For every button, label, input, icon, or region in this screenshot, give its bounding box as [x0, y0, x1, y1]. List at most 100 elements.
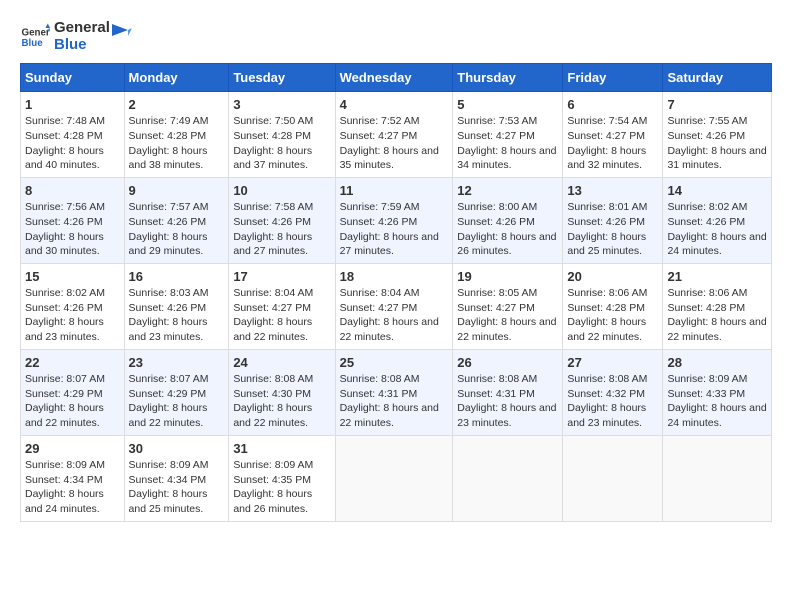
calendar-cell: 17Sunrise: 8:04 AMSunset: 4:27 PMDayligh…: [229, 263, 335, 349]
calendar-cell: 1Sunrise: 7:48 AMSunset: 4:28 PMDaylight…: [21, 92, 125, 178]
day-info: Sunrise: 8:06 AMSunset: 4:28 PMDaylight:…: [567, 286, 658, 345]
calendar-cell: 16Sunrise: 8:03 AMSunset: 4:26 PMDayligh…: [124, 263, 229, 349]
logo-flag-icon: [110, 22, 132, 44]
day-info: Sunrise: 7:55 AMSunset: 4:26 PMDaylight:…: [667, 114, 767, 173]
header-row: SundayMondayTuesdayWednesdayThursdayFrid…: [21, 64, 772, 92]
day-number: 2: [129, 96, 225, 114]
calendar-cell: 14Sunrise: 8:02 AMSunset: 4:26 PMDayligh…: [663, 177, 772, 263]
header-wednesday: Wednesday: [335, 64, 453, 92]
day-info: Sunrise: 7:48 AMSunset: 4:28 PMDaylight:…: [25, 114, 120, 173]
day-number: 23: [129, 354, 225, 372]
day-number: 26: [457, 354, 558, 372]
day-info: Sunrise: 7:59 AMSunset: 4:26 PMDaylight:…: [340, 200, 449, 259]
day-number: 8: [25, 182, 120, 200]
calendar-cell: 7Sunrise: 7:55 AMSunset: 4:26 PMDaylight…: [663, 92, 772, 178]
calendar-cell: 9Sunrise: 7:57 AMSunset: 4:26 PMDaylight…: [124, 177, 229, 263]
day-info: Sunrise: 8:08 AMSunset: 4:30 PMDaylight:…: [233, 372, 330, 431]
day-number: 15: [25, 268, 120, 286]
calendar-cell: 12Sunrise: 8:00 AMSunset: 4:26 PMDayligh…: [453, 177, 563, 263]
header-saturday: Saturday: [663, 64, 772, 92]
calendar-cell: 25Sunrise: 8:08 AMSunset: 4:31 PMDayligh…: [335, 349, 453, 435]
calendar-cell: 22Sunrise: 8:07 AMSunset: 4:29 PMDayligh…: [21, 349, 125, 435]
day-number: 16: [129, 268, 225, 286]
calendar-cell: 10Sunrise: 7:58 AMSunset: 4:26 PMDayligh…: [229, 177, 335, 263]
day-number: 10: [233, 182, 330, 200]
week-row-4: 22Sunrise: 8:07 AMSunset: 4:29 PMDayligh…: [21, 349, 772, 435]
header-tuesday: Tuesday: [229, 64, 335, 92]
day-number: 31: [233, 440, 330, 458]
day-info: Sunrise: 7:58 AMSunset: 4:26 PMDaylight:…: [233, 200, 330, 259]
day-number: 4: [340, 96, 449, 114]
day-number: 29: [25, 440, 120, 458]
day-number: 18: [340, 268, 449, 286]
calendar-cell: [663, 435, 772, 521]
day-number: 6: [567, 96, 658, 114]
calendar-table: SundayMondayTuesdayWednesdayThursdayFrid…: [20, 63, 772, 522]
day-info: Sunrise: 8:01 AMSunset: 4:26 PMDaylight:…: [567, 200, 658, 259]
day-info: Sunrise: 8:07 AMSunset: 4:29 PMDaylight:…: [129, 372, 225, 431]
calendar-cell: 11Sunrise: 7:59 AMSunset: 4:26 PMDayligh…: [335, 177, 453, 263]
day-number: 25: [340, 354, 449, 372]
day-info: Sunrise: 8:07 AMSunset: 4:29 PMDaylight:…: [25, 372, 120, 431]
svg-text:Blue: Blue: [22, 38, 44, 49]
day-number: 19: [457, 268, 558, 286]
day-info: Sunrise: 8:04 AMSunset: 4:27 PMDaylight:…: [233, 286, 330, 345]
day-info: Sunrise: 8:04 AMSunset: 4:27 PMDaylight:…: [340, 286, 449, 345]
day-info: Sunrise: 8:03 AMSunset: 4:26 PMDaylight:…: [129, 286, 225, 345]
header-friday: Friday: [563, 64, 663, 92]
day-info: Sunrise: 8:09 AMSunset: 4:34 PMDaylight:…: [129, 458, 225, 517]
calendar-cell: 26Sunrise: 8:08 AMSunset: 4:31 PMDayligh…: [453, 349, 563, 435]
day-number: 13: [567, 182, 658, 200]
day-info: Sunrise: 7:54 AMSunset: 4:27 PMDaylight:…: [567, 114, 658, 173]
day-number: 7: [667, 96, 767, 114]
day-number: 11: [340, 182, 449, 200]
calendar-cell: 6Sunrise: 7:54 AMSunset: 4:27 PMDaylight…: [563, 92, 663, 178]
day-info: Sunrise: 8:00 AMSunset: 4:26 PMDaylight:…: [457, 200, 558, 259]
day-number: 1: [25, 96, 120, 114]
logo-blue: Blue: [54, 37, 110, 54]
day-number: 5: [457, 96, 558, 114]
day-info: Sunrise: 8:08 AMSunset: 4:31 PMDaylight:…: [457, 372, 558, 431]
day-info: Sunrise: 7:49 AMSunset: 4:28 PMDaylight:…: [129, 114, 225, 173]
calendar-cell: 31Sunrise: 8:09 AMSunset: 4:35 PMDayligh…: [229, 435, 335, 521]
logo-icon: General Blue: [20, 22, 50, 52]
calendar-cell: [335, 435, 453, 521]
day-info: Sunrise: 8:09 AMSunset: 4:34 PMDaylight:…: [25, 458, 120, 517]
day-number: 30: [129, 440, 225, 458]
calendar-cell: 27Sunrise: 8:08 AMSunset: 4:32 PMDayligh…: [563, 349, 663, 435]
day-info: Sunrise: 8:02 AMSunset: 4:26 PMDaylight:…: [667, 200, 767, 259]
calendar-cell: 24Sunrise: 8:08 AMSunset: 4:30 PMDayligh…: [229, 349, 335, 435]
week-row-2: 8Sunrise: 7:56 AMSunset: 4:26 PMDaylight…: [21, 177, 772, 263]
calendar-cell: 21Sunrise: 8:06 AMSunset: 4:28 PMDayligh…: [663, 263, 772, 349]
week-row-5: 29Sunrise: 8:09 AMSunset: 4:34 PMDayligh…: [21, 435, 772, 521]
svg-text:General: General: [22, 27, 51, 38]
day-info: Sunrise: 8:02 AMSunset: 4:26 PMDaylight:…: [25, 286, 120, 345]
calendar-cell: 2Sunrise: 7:49 AMSunset: 4:28 PMDaylight…: [124, 92, 229, 178]
day-number: 28: [667, 354, 767, 372]
day-number: 3: [233, 96, 330, 114]
header-monday: Monday: [124, 64, 229, 92]
day-number: 20: [567, 268, 658, 286]
day-number: 9: [129, 182, 225, 200]
page-header: General Blue General Blue: [20, 20, 772, 53]
logo: General Blue General Blue: [20, 20, 132, 53]
day-number: 12: [457, 182, 558, 200]
day-info: Sunrise: 8:09 AMSunset: 4:33 PMDaylight:…: [667, 372, 767, 431]
calendar-cell: 20Sunrise: 8:06 AMSunset: 4:28 PMDayligh…: [563, 263, 663, 349]
day-number: 27: [567, 354, 658, 372]
calendar-cell: 23Sunrise: 8:07 AMSunset: 4:29 PMDayligh…: [124, 349, 229, 435]
day-info: Sunrise: 7:53 AMSunset: 4:27 PMDaylight:…: [457, 114, 558, 173]
day-info: Sunrise: 8:05 AMSunset: 4:27 PMDaylight:…: [457, 286, 558, 345]
day-info: Sunrise: 7:56 AMSunset: 4:26 PMDaylight:…: [25, 200, 120, 259]
calendar-cell: 4Sunrise: 7:52 AMSunset: 4:27 PMDaylight…: [335, 92, 453, 178]
day-info: Sunrise: 7:52 AMSunset: 4:27 PMDaylight:…: [340, 114, 449, 173]
day-info: Sunrise: 8:06 AMSunset: 4:28 PMDaylight:…: [667, 286, 767, 345]
calendar-cell: [563, 435, 663, 521]
calendar-cell: 28Sunrise: 8:09 AMSunset: 4:33 PMDayligh…: [663, 349, 772, 435]
week-row-1: 1Sunrise: 7:48 AMSunset: 4:28 PMDaylight…: [21, 92, 772, 178]
calendar-cell: [453, 435, 563, 521]
calendar-cell: 30Sunrise: 8:09 AMSunset: 4:34 PMDayligh…: [124, 435, 229, 521]
calendar-cell: 13Sunrise: 8:01 AMSunset: 4:26 PMDayligh…: [563, 177, 663, 263]
day-info: Sunrise: 7:50 AMSunset: 4:28 PMDaylight:…: [233, 114, 330, 173]
calendar-cell: 5Sunrise: 7:53 AMSunset: 4:27 PMDaylight…: [453, 92, 563, 178]
